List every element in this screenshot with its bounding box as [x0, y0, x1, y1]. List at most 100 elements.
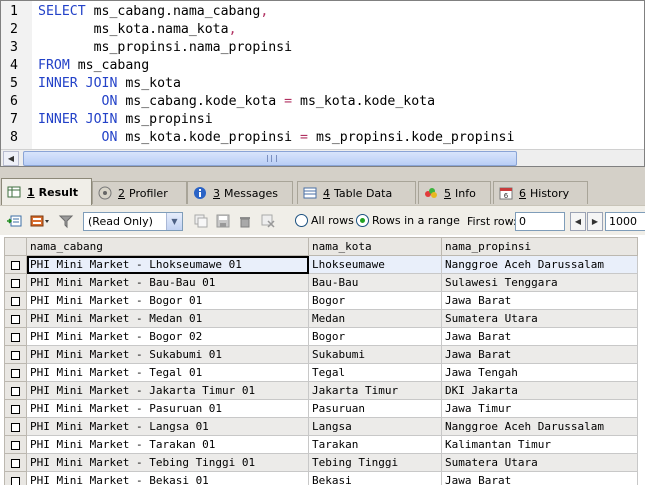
table-cell-nama-kota[interactable]: Bogor — [308, 327, 442, 346]
row-count-input[interactable]: 1000 — [605, 212, 645, 231]
checkbox-icon[interactable] — [11, 422, 20, 432]
table-cell-nama-kota[interactable]: Lhokseumawe — [308, 255, 442, 274]
table-cell-nama-cabang[interactable]: PHI Mini Market - Sukabumi 01 — [26, 345, 309, 364]
table-cell-nama-kota[interactable]: Tebing Tinggi — [308, 453, 442, 472]
row-checkbox[interactable] — [4, 381, 27, 400]
table-cell-nama-propinsi[interactable]: Jawa Barat — [441, 291, 638, 310]
row-checkbox[interactable] — [4, 417, 27, 436]
table-cell-nama-kota[interactable]: Medan — [308, 309, 442, 328]
table-cell-nama-kota[interactable]: Langsa — [308, 417, 442, 436]
checkbox-icon[interactable] — [11, 296, 20, 306]
table-cell-nama-kota[interactable]: Tegal — [308, 363, 442, 382]
table-cell-nama-cabang[interactable]: PHI Mini Market - Lhokseumawe 01 — [26, 255, 309, 274]
editor-horizontal-scrollbar[interactable]: ◀ — [1, 149, 644, 166]
first-row-input[interactable]: 0 — [515, 212, 565, 231]
row-checkbox[interactable] — [4, 363, 27, 382]
table-cell-nama-propinsi[interactable]: Jawa Barat — [441, 471, 638, 485]
row-checkbox[interactable] — [4, 435, 27, 454]
save-icon[interactable] — [215, 213, 231, 229]
table-row[interactable]: PHI Mini Market - Bogor 01 Bogor Jawa Bara… — [4, 291, 638, 310]
table-row[interactable]: PHI Mini Market - Bekasi 01 Bekasi Jawa Ba… — [4, 471, 638, 485]
delete-icon[interactable] — [237, 213, 253, 229]
table-cell-nama-kota[interactable]: Bau-Bau — [308, 273, 442, 292]
row-checkbox[interactable] — [4, 255, 27, 274]
table-cell-nama-kota[interactable]: Jakarta Timur — [308, 381, 442, 400]
table-row[interactable]: PHI Mini Market - Tebing Tinggi 01 Tebing… — [4, 453, 638, 472]
next-page-icon[interactable]: ▶ — [587, 212, 603, 231]
table-row[interactable]: PHI Mini Market - Tarakan 01 Tarakan Kalim… — [4, 435, 638, 454]
checkbox-icon[interactable] — [11, 368, 20, 378]
checkbox-icon[interactable] — [11, 278, 20, 288]
table-row[interactable]: PHI Mini Market - Pasuruan 01 Pasuruan Jaw… — [4, 399, 638, 418]
table-cell-nama-propinsi[interactable]: Sumatera Utara — [441, 309, 638, 328]
table-cell-nama-propinsi[interactable]: Nanggroe Aceh Darussalam — [441, 255, 638, 274]
table-cell-nama-cabang[interactable]: PHI Mini Market - Tegal 01 — [26, 363, 309, 382]
rows-in-range-radio[interactable] — [356, 214, 369, 227]
checkbox-icon[interactable] — [11, 458, 20, 468]
table-cell-nama-kota[interactable]: Bekasi — [308, 471, 442, 485]
duplicate-row-icon[interactable] — [193, 213, 209, 229]
table-cell-nama-propinsi[interactable]: Nanggroe Aceh Darussalam — [441, 417, 638, 436]
table-row[interactable]: PHI Mini Market - Langsa 01 Langsa Nanggro… — [4, 417, 638, 436]
row-checkbox[interactable] — [4, 399, 27, 418]
checkbox-icon[interactable] — [11, 332, 20, 342]
scrollbar-thumb[interactable] — [23, 151, 517, 166]
scroll-left-arrow-icon[interactable]: ◀ — [3, 151, 19, 166]
tab-history[interactable]: 6 6 History — [493, 181, 588, 204]
table-row[interactable]: PHI Mini Market - Tegal 01 Tegal Jawa Teng… — [4, 363, 638, 382]
tab-result[interactable]: 1 Result — [1, 178, 92, 205]
export-icon[interactable] — [6, 213, 22, 229]
previous-page-icon[interactable]: ◀ — [570, 212, 586, 231]
table-cell-nama-cabang[interactable]: PHI Mini Market - Bekasi 01 — [26, 471, 309, 485]
select-all-header[interactable] — [4, 237, 27, 256]
table-cell-nama-kota[interactable]: Pasuruan — [308, 399, 442, 418]
column-header-nama-cabang[interactable]: nama_cabang — [26, 237, 309, 256]
grid-view-icon[interactable] — [30, 213, 52, 229]
table-cell-nama-cabang[interactable]: PHI Mini Market - Tarakan 01 — [26, 435, 309, 454]
table-cell-nama-cabang[interactable]: PHI Mini Market - Pasuruan 01 — [26, 399, 309, 418]
table-row[interactable]: PHI Mini Market - Lhokseumawe 01 Lhokseum… — [4, 255, 638, 274]
table-cell-nama-propinsi[interactable]: Jawa Timur — [441, 399, 638, 418]
checkbox-icon[interactable] — [11, 350, 20, 360]
checkbox-icon[interactable] — [11, 386, 20, 396]
table-cell-nama-kota[interactable]: Sukabumi — [308, 345, 442, 364]
column-header-nama-kota[interactable]: nama_kota — [308, 237, 442, 256]
all-rows-radio[interactable] — [295, 214, 308, 227]
table-cell-nama-propinsi[interactable]: Jawa Barat — [441, 345, 638, 364]
filter-icon[interactable] — [58, 213, 74, 229]
table-cell-nama-propinsi[interactable]: Sulawesi Tenggara — [441, 273, 638, 292]
table-cell-nama-propinsi[interactable]: Sumatera Utara — [441, 453, 638, 472]
table-cell-nama-cabang[interactable]: PHI Mini Market - Langsa 01 — [26, 417, 309, 436]
checkbox-icon[interactable] — [11, 314, 20, 324]
checkbox-icon[interactable] — [11, 440, 20, 450]
table-cell-nama-propinsi[interactable]: Jawa Tengah — [441, 363, 638, 382]
tab-table-data[interactable]: 4 Table Data — [297, 181, 416, 204]
tab-profiler[interactable]: 2 Profiler — [92, 181, 187, 204]
table-row[interactable]: PHI Mini Market - Sukabumi 01 Sukabumi Jaw… — [4, 345, 638, 364]
cancel-changes-icon[interactable] — [260, 213, 276, 229]
table-cell-nama-cabang[interactable]: PHI Mini Market - Bogor 01 — [26, 291, 309, 310]
column-header-nama-propinsi[interactable]: nama_propinsi — [441, 237, 638, 256]
tab-messages[interactable]: 3 Messages — [187, 181, 293, 204]
table-cell-nama-kota[interactable]: Bogor — [308, 291, 442, 310]
row-checkbox[interactable] — [4, 273, 27, 292]
checkbox-icon[interactable] — [11, 260, 20, 270]
sql-code-area[interactable]: SELECT ms_cabang.nama_cabang, ms_kota.na… — [32, 1, 644, 149]
row-checkbox[interactable] — [4, 453, 27, 472]
checkbox-icon[interactable] — [11, 404, 20, 414]
table-cell-nama-cabang[interactable]: PHI Mini Market - Medan 01 — [26, 309, 309, 328]
checkbox-icon[interactable] — [11, 476, 20, 485]
table-cell-nama-propinsi[interactable]: DKI Jakarta — [441, 381, 638, 400]
row-checkbox[interactable] — [4, 327, 27, 346]
tab-info[interactable]: 5 Info — [418, 181, 491, 204]
table-row[interactable]: PHI Mini Market - Jakarta Timur 01 Jakart… — [4, 381, 638, 400]
row-checkbox[interactable] — [4, 345, 27, 364]
table-row[interactable]: PHI Mini Market - Bau-Bau 01 Bau-Bau Sulaw… — [4, 273, 638, 292]
row-checkbox[interactable] — [4, 471, 27, 485]
table-row[interactable]: PHI Mini Market - Medan 01 Medan Sumatera … — [4, 309, 638, 328]
table-cell-nama-cabang[interactable]: PHI Mini Market - Tebing Tinggi 01 — [26, 453, 309, 472]
table-cell-nama-propinsi[interactable]: Kalimantan Timur — [441, 435, 638, 454]
sql-editor[interactable]: 1 2 3 4 5 6 7 8 SELECT ms_cabang.nama_cabang, m… — [0, 0, 645, 167]
table-cell-nama-propinsi[interactable]: Jawa Barat — [441, 327, 638, 346]
table-cell-nama-cabang[interactable]: PHI Mini Market - Bau-Bau 01 — [26, 273, 309, 292]
